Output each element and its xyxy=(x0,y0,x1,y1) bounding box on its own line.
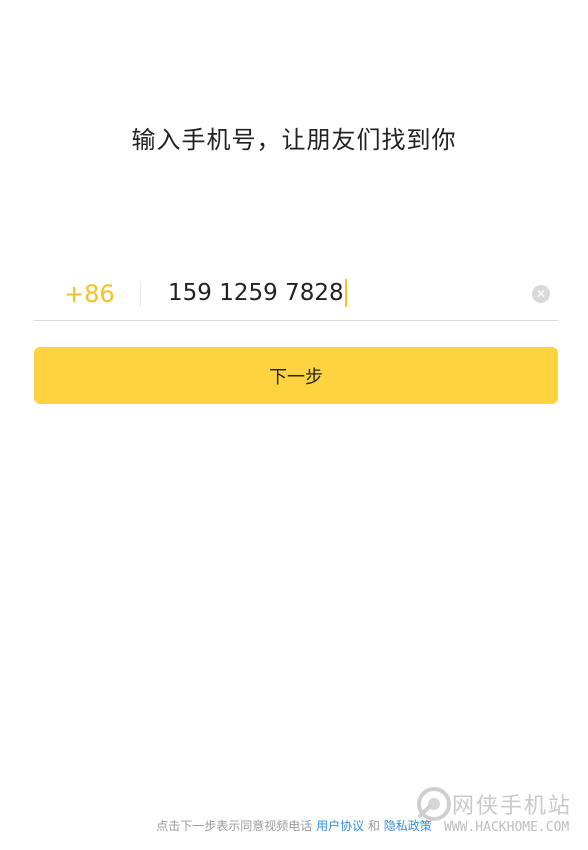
watermark-logo-icon xyxy=(417,787,451,821)
page-title: 输入手机号，让朋友们找到你 xyxy=(131,126,457,154)
next-button-label: 下一步 xyxy=(269,366,323,388)
watermark-name: 网侠手机站 xyxy=(452,794,573,819)
next-button[interactable]: 下一步 xyxy=(34,347,558,404)
user-agreement-link[interactable]: 用户协议 xyxy=(316,819,364,833)
phone-number-value: 159 1259 7828 xyxy=(168,280,344,306)
phone-number-row: +86 159 1259 7828 ✕ xyxy=(34,268,558,321)
watermark: 网侠手机站 WWW.HACKHOME.COM xyxy=(414,784,584,846)
text-caret xyxy=(344,279,347,307)
clear-icon[interactable]: ✕ xyxy=(532,285,550,303)
divider xyxy=(140,282,141,306)
agreement-prefix: 点击下一步表示同意视频电话 xyxy=(156,819,313,833)
country-code-selector[interactable]: +86 xyxy=(64,280,115,308)
watermark-url: WWW.HACKHOME.COM xyxy=(444,820,570,835)
agreement-and: 和 xyxy=(367,819,380,833)
phone-number-input[interactable]: 159 1259 7828 xyxy=(168,278,347,308)
phone-login-page: 输入手机号，让朋友们找到你 +86 159 1259 7828 ✕ 下一步 点击… xyxy=(0,0,588,850)
